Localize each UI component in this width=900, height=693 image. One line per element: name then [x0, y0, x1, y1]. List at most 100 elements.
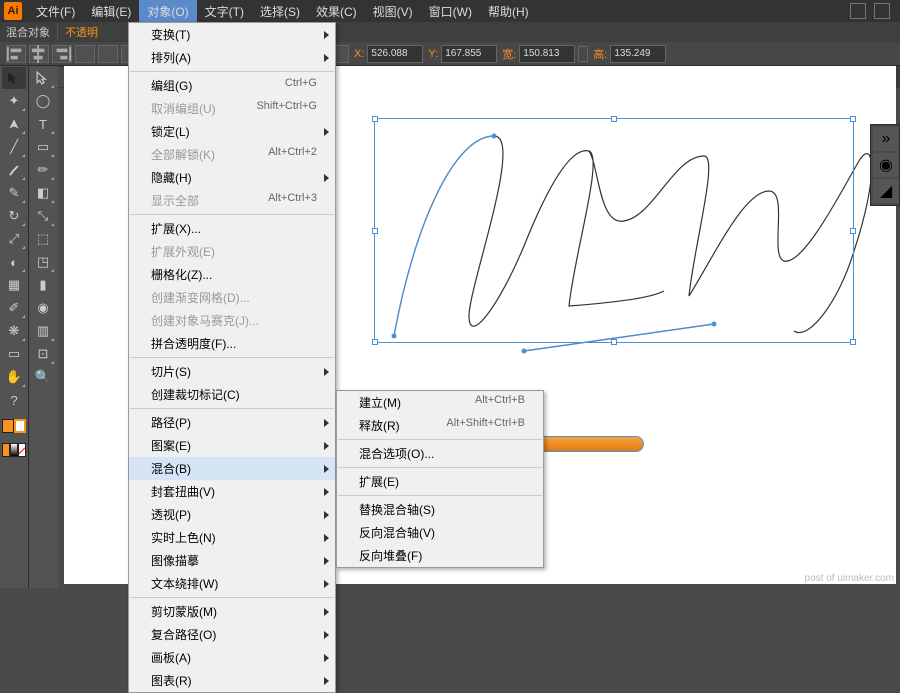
- menuitem-复合路径O[interactable]: 复合路径(O): [129, 623, 335, 646]
- line-tool[interactable]: ╱: [2, 136, 26, 158]
- gradient-tool[interactable]: ▮: [31, 274, 55, 296]
- menuitem-栅格化Z[interactable]: 栅格化(Z)...: [129, 263, 335, 286]
- pencil-tool[interactable]: ✏: [31, 159, 55, 181]
- menuitem-切片S[interactable]: 切片(S): [129, 360, 335, 383]
- fill-stroke-swatches[interactable]: [0, 417, 28, 435]
- menuitem-建立M[interactable]: 建立(M)Alt+Ctrl+B: [337, 391, 543, 414]
- menuitem-封套扭曲V[interactable]: 封套扭曲(V): [129, 480, 335, 503]
- width-tool[interactable]: ⤢: [2, 228, 26, 250]
- perspective-grid-tool[interactable]: ◳: [31, 251, 55, 273]
- selection-type-label: 混合对象: [6, 24, 50, 40]
- y-label: Y:: [428, 48, 438, 60]
- pen-tool[interactable]: [2, 113, 26, 135]
- menuitem-拼合透明度F[interactable]: 拼合透明度(F)...: [129, 332, 335, 355]
- align-left-button[interactable]: [6, 45, 26, 63]
- menuitem-变换T[interactable]: 变换(T): [129, 23, 335, 46]
- menuitem-图表R[interactable]: 图表(R): [129, 669, 335, 692]
- menuitem-路径P[interactable]: 路径(P): [129, 411, 335, 434]
- column-graph-tool[interactable]: ▥: [31, 320, 55, 342]
- menuitem-扩展X[interactable]: 扩展(X)...: [129, 217, 335, 240]
- align-right-button[interactable]: [52, 45, 72, 63]
- direct-selection-tool[interactable]: [31, 67, 55, 89]
- none-mode-icon[interactable]: [18, 443, 26, 457]
- color-mode-icon[interactable]: [2, 443, 10, 457]
- menuitem-混合B[interactable]: 混合(B): [129, 457, 335, 480]
- symbol-sprayer-tool[interactable]: ❋: [2, 320, 26, 342]
- menu-编辑[interactable]: 编辑(E): [83, 0, 139, 23]
- slice-tool[interactable]: ⊡: [31, 343, 55, 365]
- menu-文字[interactable]: 文字(T): [197, 0, 252, 23]
- blend-submenu: 建立(M)Alt+Ctrl+B释放(R)Alt+Shift+Ctrl+B 混合选项…: [336, 390, 544, 568]
- tool-panel: ✦ ╱ ✎ ↻ ⤢ ◐ ▦ ✐ ❋ ▭ ✋ ? ◯ T ▭ ✏: [0, 66, 58, 588]
- menu-帮助[interactable]: 帮助(H): [480, 0, 537, 23]
- menuitem-透视P[interactable]: 透视(P): [129, 503, 335, 526]
- menuitem-剪切蒙版M[interactable]: 剪切蒙版(M): [129, 600, 335, 623]
- hand-tool[interactable]: ✋: [2, 366, 26, 388]
- selection-bounds: [374, 118, 854, 343]
- type-tool[interactable]: T: [31, 113, 55, 135]
- shape-builder-tool[interactable]: ◐: [2, 251, 26, 273]
- gradient-mode-icon[interactable]: [10, 443, 18, 457]
- menuitem-编组G[interactable]: 编组(G)Ctrl+G: [129, 74, 335, 97]
- h-field[interactable]: 135.249: [610, 45, 666, 63]
- menuitem-锁定L[interactable]: 锁定(L): [129, 120, 335, 143]
- color-guide-panel-icon[interactable]: ◢: [873, 179, 899, 203]
- lasso-tool[interactable]: ◯: [31, 90, 55, 112]
- menuitem-全部解锁K: 全部解锁(K)Alt+Ctrl+2: [129, 143, 335, 166]
- w-field[interactable]: 150.813: [519, 45, 575, 63]
- link-wh-icon[interactable]: [578, 46, 588, 62]
- menuitem-取消编组U: 取消编组(U)Shift+Ctrl+G: [129, 97, 335, 120]
- menuitem-文本绕排W[interactable]: 文本绕排(W): [129, 572, 335, 595]
- rotate-tool[interactable]: ↻: [2, 205, 26, 227]
- menu-对象[interactable]: 对象(O): [139, 0, 196, 23]
- menu-选择[interactable]: 选择(S): [252, 0, 308, 23]
- menu-视图[interactable]: 视图(V): [365, 0, 421, 23]
- menu-文件[interactable]: 文件(F): [28, 0, 83, 23]
- eraser-tool[interactable]: ◧: [31, 182, 55, 204]
- menuitem-混合选项O[interactable]: 混合选项(O)...: [337, 442, 543, 465]
- menuitem-反向混合轴V[interactable]: 反向混合轴(V): [337, 521, 543, 544]
- menuitem-替换混合轴S[interactable]: 替换混合轴(S): [337, 498, 543, 521]
- menuitem-图像描摹[interactable]: 图像描摹: [129, 549, 335, 572]
- align-vcenter-button[interactable]: [98, 45, 118, 63]
- mesh-tool[interactable]: ▦: [2, 274, 26, 296]
- blend-tool[interactable]: ◉: [31, 297, 55, 319]
- paintbrush-tool[interactable]: [2, 159, 26, 181]
- y-field[interactable]: 167.855: [441, 45, 497, 63]
- w-label: 宽:: [502, 46, 516, 62]
- menuitem-排列A[interactable]: 排列(A): [129, 46, 335, 69]
- menubar: Ai 文件(F)编辑(E)对象(O)文字(T)选择(S)效果(C)视图(V)窗口…: [0, 0, 900, 22]
- blob-brush-tool[interactable]: ✎: [2, 182, 26, 204]
- menuitem-释放R[interactable]: 释放(R)Alt+Shift+Ctrl+B: [337, 414, 543, 437]
- menuitem-隐藏H[interactable]: 隐藏(H): [129, 166, 335, 189]
- align-hcenter-button[interactable]: [29, 45, 49, 63]
- menuitem-画板A[interactable]: 画板(A): [129, 646, 335, 669]
- layout-icon[interactable]: [850, 3, 866, 19]
- menuitem-扩展外观E: 扩展外观(E): [129, 240, 335, 263]
- help-tool[interactable]: ?: [2, 389, 26, 411]
- zoom-tool[interactable]: 🔍: [31, 366, 55, 388]
- artboard-tool[interactable]: ▭: [2, 343, 26, 365]
- menuitem-创建裁切标记C[interactable]: 创建裁切标记(C): [129, 383, 335, 406]
- expand-dock-icon[interactable]: »: [873, 127, 899, 151]
- free-transform-tool[interactable]: ⬚: [31, 228, 55, 250]
- rectangle-tool[interactable]: ▭: [31, 136, 55, 158]
- layout-icon-2[interactable]: [874, 3, 890, 19]
- x-field[interactable]: 526.088: [367, 45, 423, 63]
- menuitem-创建渐变网格D: 创建渐变网格(D)...: [129, 286, 335, 309]
- menuitem-实时上色N[interactable]: 实时上色(N): [129, 526, 335, 549]
- opacity-label[interactable]: 不透明: [65, 24, 98, 40]
- object-menu: 变换(T)排列(A) 编组(G)Ctrl+G取消编组(U)Shift+Ctrl+G…: [128, 22, 336, 693]
- menuitem-反向堆叠F[interactable]: 反向堆叠(F): [337, 544, 543, 567]
- menuitem-扩展E[interactable]: 扩展(E): [337, 470, 543, 493]
- eyedropper-tool[interactable]: ✐: [2, 297, 26, 319]
- magic-wand-tool[interactable]: ✦: [2, 90, 26, 112]
- menuitem-图案E[interactable]: 图案(E): [129, 434, 335, 457]
- align-top-button[interactable]: [75, 45, 95, 63]
- app-logo: Ai: [4, 2, 22, 20]
- selection-tool[interactable]: [2, 67, 26, 89]
- menu-效果[interactable]: 效果(C): [308, 0, 365, 23]
- scale-tool[interactable]: ⤡: [31, 205, 55, 227]
- color-panel-icon[interactable]: ◉: [873, 153, 899, 177]
- menu-窗口[interactable]: 窗口(W): [421, 0, 480, 23]
